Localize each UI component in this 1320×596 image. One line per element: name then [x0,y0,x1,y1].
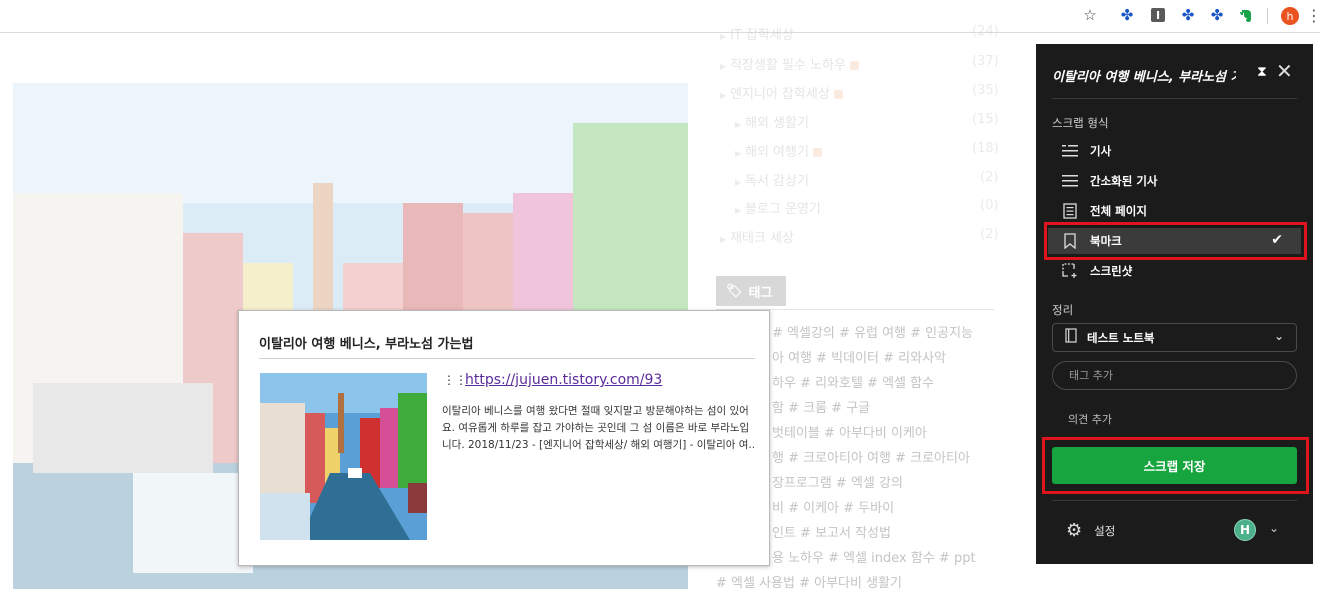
category-count: (2) [980,170,999,185]
clip-option-label: 북마크 [1090,234,1122,248]
preview-title: 이탈리아 여행 베니스, 부라노섬 가는법 [259,337,474,352]
evernote-icon[interactable] [1237,6,1255,24]
star-icon[interactable]: ☆ [1081,6,1099,24]
chevron-down-icon: ⌄ [1273,329,1284,343]
preview-divider [259,358,755,359]
category-item[interactable]: ▶ 해외 생활기 [735,112,809,131]
tag-row[interactable]: 장프로그램 # 엑셀 강의 [772,472,903,491]
organize-heading: 정리 [1052,303,1074,317]
clip-option-screenshot[interactable]: 스크린샷 [1048,258,1301,284]
preview-url-link[interactable]: https://jujuen.tistory.com/93 [465,372,662,388]
checkmark-icon: ✔ [1271,232,1283,248]
tag-row[interactable]: 벗테이블 # 아부다비 이케아 [772,422,927,441]
category-item[interactable]: ▶ 재테크 세상 [720,227,794,246]
tag-icon: 🏷 [726,283,743,299]
tag-row[interactable]: 함 # 크롬 # 구글 [772,397,870,416]
profile-avatar[interactable]: h [1281,7,1299,25]
gear-icon: ⚙ [1066,520,1083,541]
clip-option-full-page[interactable]: 전체 페이지 [1048,198,1301,224]
tag-row[interactable]: # 엑셀 사용법 # 아부다비 생활기 [716,572,902,591]
screenshot-icon [1062,263,1078,279]
save-clip-button[interactable]: 스크랩 저장 [1052,447,1297,484]
category-count: (18) [972,141,999,156]
settings-label: 설정 [1094,523,1116,538]
add-comment[interactable]: 의견 추가 [1068,411,1112,427]
link-icon: ⋮⋮ [443,373,467,387]
tag-add-input[interactable] [1052,361,1297,390]
clip-option-simplified-article[interactable]: 간소화된 기사 [1048,168,1301,194]
clip-format-heading: 스크랩 형식 [1052,116,1109,130]
tag-row[interactable]: 용 노하우 # 엑셀 index 함수 # ppt [772,547,976,566]
preview-description: 이탈리아 베니스를 여행 왔다면 절때 잊지말고 방문해야하는 섬이 있어요. … [442,405,756,451]
category-item[interactable]: ▶ 블로그 운영기 [735,198,821,217]
category-count: (2) [980,227,999,242]
notebook-icon [1065,328,1077,347]
notebook-name: 테스트 노트북 [1087,330,1155,345]
tag-row[interactable]: 인트 # 보고서 작성법 [772,522,891,541]
menu-icon[interactable]: ⋮ [1305,6,1320,25]
panel-divider [1052,500,1297,501]
panel-divider [1052,98,1297,99]
i-extension-icon[interactable]: I [1151,8,1165,22]
category-item[interactable]: ▶ IT 잡학세상 [720,24,794,43]
browser-toolbar: ☆ ✤ I ✤ ✤ h ⋮ [0,0,1320,33]
account-avatar[interactable]: H [1234,519,1256,541]
clip-option-bookmark[interactable]: 북마크 ✔ [1048,228,1301,254]
tag-row[interactable]: # 엑셀강의 # 유럽 여행 # 인공지능 [772,322,973,341]
close-icon[interactable]: ✕ [1276,59,1293,83]
tag-section-label: 태그 [748,285,773,301]
category-count: (15) [972,112,999,127]
article-icon [1062,143,1078,159]
bookmark-preview-card: 이탈리아 여행 베니스, 부라노섬 가는법 ⋮⋮ https://jujuen.… [238,310,770,566]
puzzle-extension-icon[interactable]: ✤ [1118,6,1136,24]
category-item[interactable]: ▶ 해외 여행기 [735,141,822,160]
puzzle-extension-icon[interactable]: ✤ [1208,6,1226,24]
notebook-select[interactable]: 테스트 노트북 ⌄ [1052,323,1297,352]
bookmark-icon [1062,233,1078,249]
evernote-clipper-panel: 이탈리아 여행 베니스, 부라노섬 가 ⧗ ✕ 스크랩 형식 기사 간소화된 기… [1036,44,1313,564]
hourglass-icon: ⧗ [1257,64,1267,80]
tag-row[interactable]: 행 # 크로아티아 여행 # 크로아티아 [772,447,970,466]
settings-button[interactable]: ⚙ 설정 [1066,520,1115,541]
simplified-article-icon [1062,173,1078,189]
clip-option-label: 간소화된 기사 [1090,174,1158,188]
category-item[interactable]: ▶ 독서 감상기 [735,170,809,189]
category-count: (35) [972,83,999,98]
toolbar-divider [1267,8,1268,24]
category-count: (0) [980,198,999,213]
clip-option-label: 전체 페이지 [1090,204,1147,218]
chevron-down-icon[interactable]: ⌄ [1269,521,1279,535]
tag-section-button[interactable]: 🏷 태그 [716,276,786,306]
tag-row[interactable]: 아 여행 # 빅데이터 # 리와사악 [772,347,946,366]
tag-row[interactable]: 하우 # 리와호텔 # 엑셀 함수 [772,372,934,391]
tag-row[interactable]: 비 # 이케아 # 두바이 [772,497,894,516]
category-count: (24) [972,24,999,39]
category-count: (37) [972,54,999,69]
full-page-icon [1062,203,1078,219]
clip-option-article[interactable]: 기사 [1048,138,1301,164]
category-item[interactable]: ▶ 엔지니어 잡학세상 [720,83,843,102]
category-item[interactable]: ▶ 직장생활 필수 노하우 [720,54,859,73]
clip-title[interactable]: 이탈리아 여행 베니스, 부라노섬 가 [1052,66,1236,85]
clip-option-label: 기사 [1090,144,1112,158]
clip-option-label: 스크린샷 [1090,264,1133,278]
preview-thumbnail [260,373,427,540]
puzzle-extension-icon[interactable]: ✤ [1179,6,1197,24]
